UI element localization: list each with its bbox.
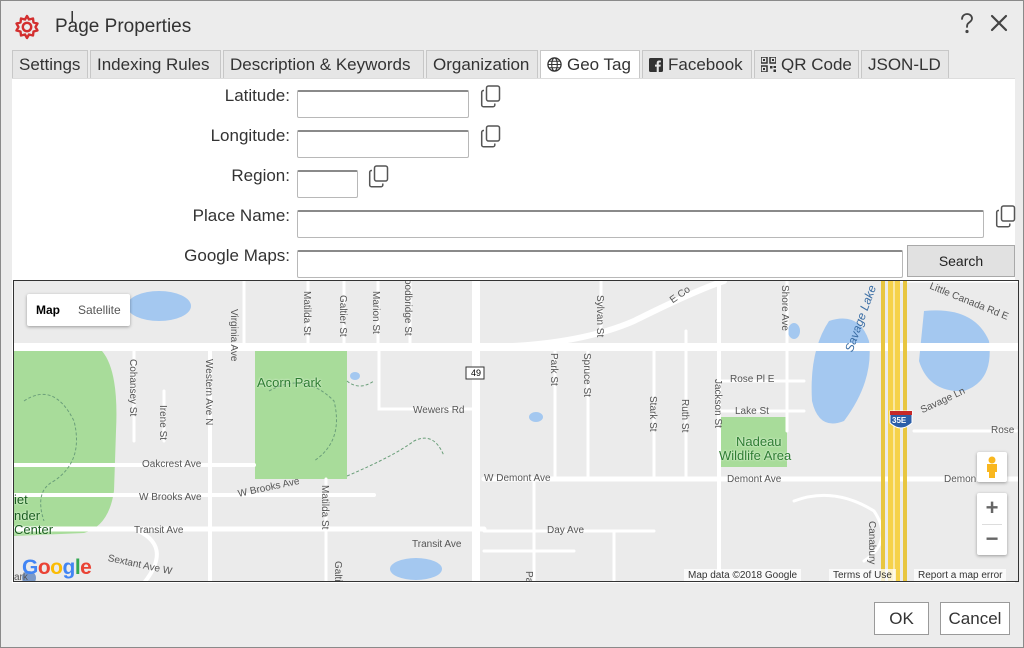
- tab-json-ld[interactable]: JSON-LD: [861, 50, 949, 78]
- park-label: Acorn Park: [257, 375, 322, 390]
- street-label: Demon: [944, 474, 977, 485]
- street-label: Rose Pl E: [730, 374, 775, 385]
- terms-of-use-link[interactable]: Terms of Use: [829, 569, 896, 581]
- street-label: W Brooks Ave: [139, 492, 202, 503]
- zoom-out-button[interactable]: −: [977, 524, 1007, 555]
- street-label: Matilda St: [319, 485, 330, 530]
- street-label: Ruth St: [679, 399, 690, 433]
- street-label: Wewers Rd: [413, 405, 465, 416]
- tab-settings[interactable]: Settings: [12, 50, 88, 78]
- tab-indexing-rules[interactable]: Indexing Rules: [90, 50, 221, 78]
- street-view-pegman-button[interactable]: [977, 452, 1007, 482]
- street-label: Stark St: [647, 396, 658, 432]
- interstate-shield-label: 35E: [892, 416, 907, 425]
- copy-icon[interactable]: [480, 85, 502, 109]
- street-label: Spruce St: [581, 353, 592, 397]
- street-label: Rose L: [991, 425, 1018, 436]
- search-button[interactable]: Search: [907, 245, 1015, 277]
- street-label: Marion St: [370, 291, 381, 334]
- street-label: Demont Ave: [727, 474, 782, 485]
- longitude-label: Longitude:: [210, 126, 290, 145]
- google-map[interactable]: 49 35E Acorn Park Nadeau Wildlife Area i…: [13, 280, 1019, 582]
- tab-qr-code[interactable]: QR Code: [754, 50, 859, 78]
- street-label: Irene St: [157, 405, 168, 441]
- text-cursor-icon: I: [70, 9, 75, 26]
- street-label: Virginia Ave: [228, 309, 239, 362]
- map-type-satellite-button[interactable]: Satellite: [69, 294, 130, 326]
- pegman-icon: [987, 456, 997, 478]
- zoom-in-button[interactable]: +: [977, 493, 1007, 524]
- tab-geo-tag[interactable]: Geo Tag: [540, 50, 640, 80]
- zoom-control: + −: [977, 493, 1007, 555]
- map-type-map-button[interactable]: Map: [27, 294, 69, 326]
- qr-code-icon: [761, 57, 776, 72]
- route-shield-label: 49: [471, 368, 482, 378]
- park-label: Wildlife Area: [719, 448, 792, 463]
- place-name-field[interactable]: [297, 210, 984, 238]
- title-bar[interactable]: Page Properties: [1, 1, 1023, 49]
- street-label: Sylvan St: [594, 295, 605, 338]
- park-label: Center: [14, 522, 54, 537]
- latitude-field[interactable]: [297, 90, 469, 118]
- street-label: Park St: [548, 353, 559, 386]
- tab-description-keywords[interactable]: Description & Keywords: [223, 50, 424, 78]
- globe-icon: [547, 57, 562, 72]
- street-label: Shore Ave: [779, 285, 790, 331]
- street-label: Jackson St: [712, 379, 723, 428]
- street-label: Transit Ave: [134, 525, 184, 536]
- cancel-button[interactable]: Cancel: [940, 602, 1010, 635]
- zoom-divider: [982, 524, 1002, 525]
- street-label: Matilda St: [301, 291, 312, 336]
- tab-organization[interactable]: Organization: [426, 50, 538, 78]
- copy-icon[interactable]: [480, 125, 502, 149]
- street-label: Oakcrest Ave: [142, 459, 202, 470]
- street-label: Galtier St: [337, 295, 348, 337]
- street-label: Day Ave: [547, 525, 585, 536]
- google-logo[interactable]: Google: [22, 556, 92, 580]
- copy-icon[interactable]: [368, 165, 390, 189]
- region-field[interactable]: [297, 170, 358, 198]
- map-type-control: Map Satellite: [27, 294, 130, 326]
- copy-icon[interactable]: [995, 205, 1017, 229]
- street-label: Galti: [332, 561, 343, 582]
- tab-facebook[interactable]: Facebook: [642, 50, 752, 78]
- region-label: Region:: [231, 166, 290, 185]
- street-label: Pa: [523, 571, 534, 582]
- street-label: W Demont Ave: [484, 473, 551, 484]
- park-label: Nadeau: [736, 434, 782, 449]
- street-label: Canabury: [866, 521, 877, 565]
- close-icon[interactable]: [989, 13, 1009, 33]
- google-maps-label: Google Maps:: [184, 246, 290, 265]
- help-question-icon[interactable]: [956, 12, 978, 36]
- gear-icon: [15, 14, 39, 40]
- page-properties-dialog: Page Properties I Settings Indexing Rule…: [0, 0, 1024, 648]
- park-label: nder: [14, 508, 41, 523]
- place-name-label: Place Name:: [192, 206, 290, 225]
- street-label: Transit Ave: [412, 539, 462, 550]
- google-maps-search-field[interactable]: [297, 250, 903, 278]
- facebook-icon: [649, 58, 663, 72]
- street-label: Cohansey St: [127, 359, 138, 417]
- ok-button[interactable]: OK: [874, 602, 929, 635]
- map-data-attribution: Map data ©2018 Google: [684, 569, 802, 581]
- street-label: oodbridge St: [402, 280, 413, 336]
- longitude-field[interactable]: [297, 130, 469, 158]
- park-label: iet: [14, 492, 28, 507]
- dialog-title: Page Properties: [55, 16, 192, 37]
- latitude-label: Latitude:: [224, 86, 290, 105]
- street-label: Western Ave N: [203, 359, 214, 426]
- report-map-error-link[interactable]: Report a map error: [914, 569, 1007, 581]
- street-label: Lake St: [735, 406, 769, 417]
